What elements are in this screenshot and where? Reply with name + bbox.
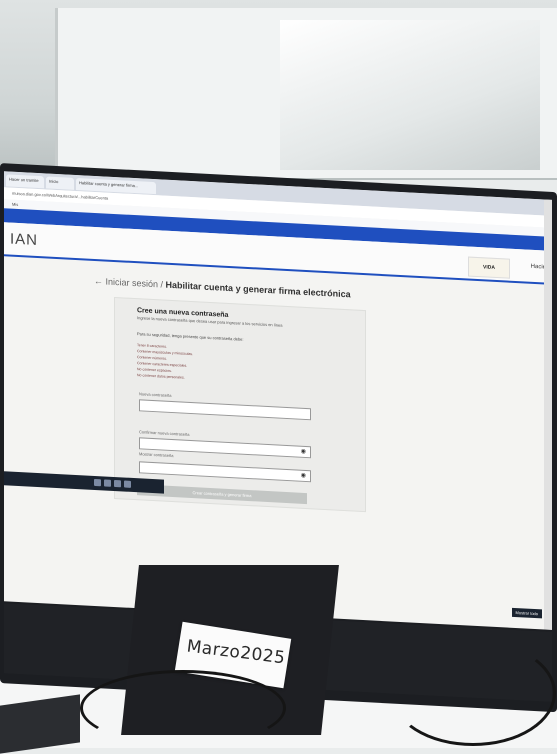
eye-icon[interactable]: ◉ [301, 448, 306, 455]
password-label: Nueva contraseña [139, 391, 172, 398]
rule-item: Contener números. [137, 355, 167, 361]
window-blind [280, 20, 540, 170]
page-heading: Habilitar cuenta y generar firma electró… [165, 279, 351, 300]
browser-tab[interactable]: Inicio [46, 176, 74, 190]
address-url: muisca.dian.gov.co/WebArquitectura/...ha… [12, 190, 109, 201]
site-logo: IAN [10, 230, 39, 249]
cable [390, 640, 556, 746]
monitor-screen: Hacer un tramite Inicio Habilitar cuenta… [4, 171, 552, 630]
back-link[interactable]: ← Iniciar sesión / [94, 276, 163, 290]
eye-icon[interactable]: ◉ [301, 472, 306, 479]
show-password-checkbox[interactable]: Mostrar contraseña [139, 451, 173, 458]
app-icon[interactable] [124, 480, 131, 488]
system-tray-notice[interactable]: Mostrar todo [511, 607, 542, 619]
browser-tab[interactable]: Hacer un tramite [6, 174, 44, 189]
bookmark-item[interactable]: Mis [12, 202, 18, 207]
confirm-label: Confirmar nueva contraseña [139, 429, 190, 437]
password-input-2[interactable]: ◉ [139, 461, 311, 483]
colombia-vida-badge: VIDA [468, 256, 510, 279]
password-input[interactable] [139, 399, 311, 421]
rule-item: No contener datos personales. [137, 373, 185, 380]
page-title: ← Iniciar sesión / Habilitar cuenta y ge… [94, 276, 351, 299]
cable [80, 670, 286, 746]
rule-item: No contener espacios. [137, 367, 172, 374]
scrollbar[interactable] [544, 199, 552, 630]
rule-item: Tener 8 caracteres. [137, 343, 167, 349]
form-instruction: Para su seguridad, tenga presente que su… [137, 331, 244, 342]
app-icon[interactable] [104, 479, 111, 487]
handwritten-note: Marzo2025 [185, 636, 287, 669]
app-icon[interactable] [114, 479, 121, 488]
app-icon[interactable] [94, 478, 101, 487]
